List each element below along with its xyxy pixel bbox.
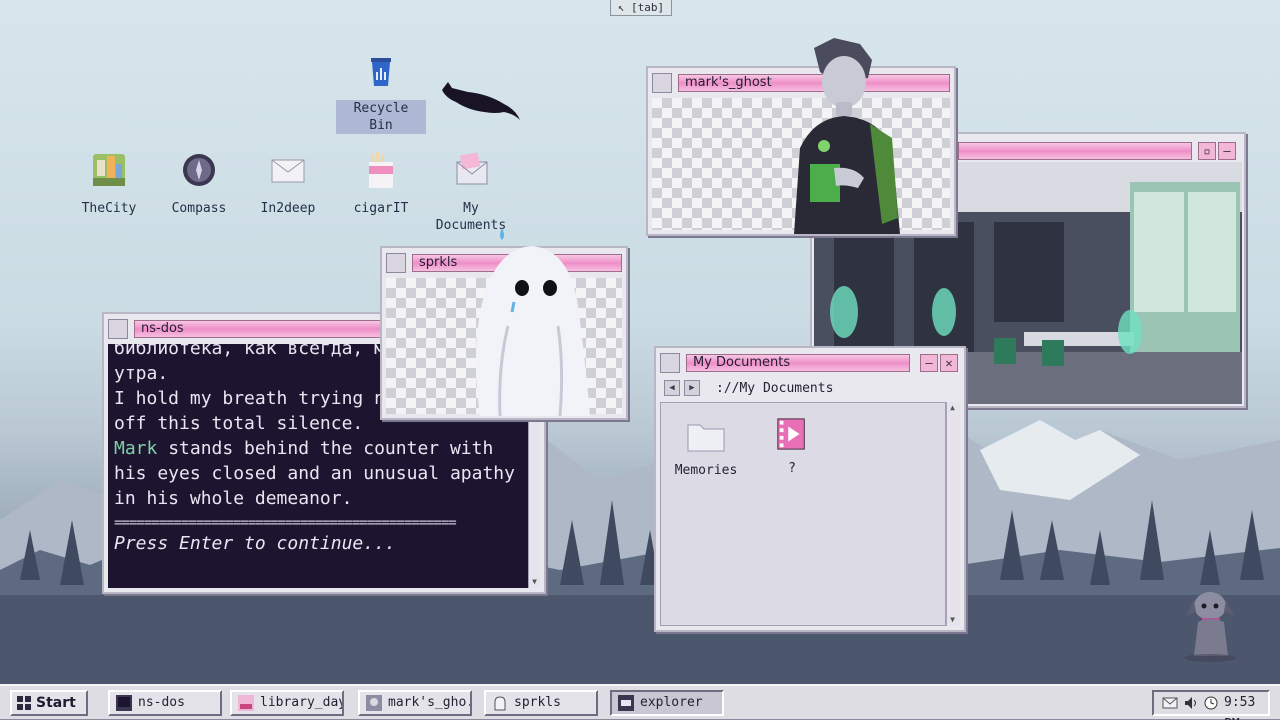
window-title: My Documents: [686, 354, 910, 372]
taskbar-item-label: explorer: [640, 695, 703, 710]
taskbar-item-marks-ghost[interactable]: mark's_gho...: [358, 690, 472, 716]
clock-icon: [1204, 696, 1218, 710]
ghost-icon: [494, 696, 506, 711]
scroll-up-icon[interactable]: ▲: [947, 402, 958, 414]
taskbar-item-sprkls[interactable]: sprkls: [484, 690, 598, 716]
taskbar-item-explorer[interactable]: explorer: [610, 690, 724, 716]
start-button[interactable]: Start: [10, 690, 88, 716]
desktop-icon-thecity[interactable]: TheCity: [64, 150, 154, 217]
start-label: Start: [36, 695, 76, 711]
explorer-toolbar: ◀ ▶ ://My Documents: [660, 378, 960, 400]
explorer-icon: [618, 695, 634, 711]
taskbar: Start ns-dos library_day mark's_gho... s…: [0, 684, 1280, 720]
mail-icon[interactable]: [1162, 696, 1178, 710]
character-name: Mark: [114, 438, 158, 459]
desktop-icon-compass[interactable]: Compass: [154, 150, 244, 217]
desktop-icon-label: Recycle Bin: [336, 100, 426, 134]
my-documents-window[interactable]: My Documents ‒ ✕ ◀ ▶ ://My Documents Mem…: [654, 346, 966, 632]
desktop-icon-my-documents[interactable]: My Documents: [426, 150, 516, 234]
mark-character-portrait: [794, 38, 900, 234]
desktop-icon-label: Compass: [171, 201, 227, 216]
folder-icon: [687, 424, 725, 452]
scroll-down-icon[interactable]: ▼: [529, 576, 540, 588]
back-button[interactable]: ◀: [664, 380, 680, 396]
image-file-icon: [238, 695, 254, 711]
desktop-icon-cigarit[interactable]: cigarIT: [336, 150, 426, 217]
cigarette-pack-icon: [369, 152, 393, 188]
explorer-file-area: Memories ?: [660, 402, 946, 626]
system-tray: 9:53 PM: [1152, 690, 1270, 720]
desktop-icon-label: TheCity: [81, 201, 137, 216]
library-titlebar[interactable]: ▫ ‒: [958, 140, 1238, 160]
maximize-button[interactable]: ▫: [1198, 142, 1216, 160]
terminal-icon: [108, 319, 128, 339]
crying-ghost-figure: [475, 228, 590, 416]
terminal-line: in his whole demeanor.: [114, 488, 353, 509]
continue-prompt[interactable]: Press Enter to continue...: [114, 531, 522, 556]
taskbar-item-label: library_day: [260, 695, 344, 710]
volume-icon[interactable]: [1184, 696, 1198, 710]
forward-button[interactable]: ▶: [684, 380, 700, 396]
ghost-portrait-icon: [366, 695, 382, 711]
my-documents-titlebar[interactable]: My Documents ‒ ✕: [660, 352, 960, 374]
documents-icon: [456, 152, 488, 185]
marks-ghost-window[interactable]: mark's_ghost: [646, 38, 956, 236]
close-button[interactable]: ✕: [940, 354, 958, 372]
scroll-down-icon[interactable]: ▼: [947, 614, 958, 626]
address-path[interactable]: ://My Documents: [716, 378, 833, 400]
ghost-icon: [386, 253, 406, 273]
desktop-icon-label: In2deep: [260, 201, 316, 216]
window-title: [958, 142, 1192, 160]
explorer-scrollbar[interactable]: ▲ ▼: [946, 402, 960, 626]
minimize-button[interactable]: ‒: [1218, 142, 1236, 160]
dog-mascot[interactable]: [1176, 586, 1246, 664]
minimize-button[interactable]: ‒: [920, 354, 938, 372]
terminal-line: Mark stands behind the counter with: [114, 436, 522, 461]
recycle-bin-icon: [371, 58, 391, 86]
compass-icon: [183, 154, 215, 186]
mail-icon: [271, 159, 305, 183]
video-file-icon: [777, 418, 805, 450]
terminal-line: his eyes closed and an unusual apathy: [114, 463, 515, 484]
taskbar-item-label: sprkls: [514, 695, 561, 710]
cat-silhouette: [442, 82, 520, 120]
city-icon: [93, 154, 125, 186]
desktop-icon-label: cigarIT: [353, 201, 409, 216]
start-logo-icon: [17, 696, 31, 710]
taskbar-item-ns-dos[interactable]: ns-dos: [108, 690, 222, 716]
desktop-icon-recycle-bin[interactable]: Recycle Bin: [336, 50, 426, 134]
taskbar-item-library-day[interactable]: library_day: [230, 690, 344, 716]
file-item-memories[interactable]: Memories: [671, 419, 741, 478]
clock-time[interactable]: 9:53 PM: [1224, 692, 1268, 720]
file-label: Memories: [674, 463, 738, 478]
tab-hint[interactable]: ↖ [tab]: [610, 0, 672, 16]
terminal-separator: ========================================…: [114, 515, 457, 531]
ghost-portrait-icon: [652, 73, 672, 93]
terminal-icon: [116, 695, 132, 711]
file-item-unknown[interactable]: ?: [757, 417, 827, 476]
sprkls-window[interactable]: sprkls: [380, 228, 628, 420]
desktop-icon-in2deep[interactable]: In2deep: [243, 150, 333, 217]
taskbar-item-label: mark's_gho...: [388, 695, 470, 710]
desktop: ↖ [tab] Recycle Bin TheCity Compass In2d…: [0, 0, 1280, 720]
terminal-line-text: stands behind the counter with: [157, 438, 494, 459]
file-label: ?: [788, 461, 796, 476]
explorer-icon: [660, 353, 680, 373]
taskbar-item-label: ns-dos: [138, 695, 185, 710]
